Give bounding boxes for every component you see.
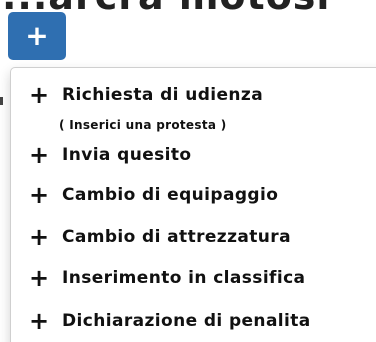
add-button[interactable]: + [8, 12, 66, 60]
menu-item-label: Dichiarazione di penalita [62, 311, 311, 331]
menu-item-inserimento-in-classifica[interactable]: + Inserimento in classifica [28, 263, 305, 293]
menu-item-cambio-di-attrezzatura[interactable]: + Cambio di attrezzatura [28, 222, 291, 252]
menu-item-label: Cambio di equipaggio [62, 185, 279, 205]
menu-item-label: Richiesta di udienza [62, 85, 264, 105]
menu-item-invia-quesito[interactable]: + Invia quesito [28, 140, 191, 170]
page: ...arcra motosr + + Richiesta di udienza… [0, 0, 376, 342]
plus-icon: + [28, 181, 50, 209]
menu-item-subnote: ( Inserici una protesta ) [59, 118, 227, 132]
menu-item-label: Invia quesito [62, 145, 192, 165]
plus-icon: + [28, 141, 50, 169]
menu-item-dichiarazione-di-penalita[interactable]: + Dichiarazione di penalita [28, 306, 311, 336]
menu-item-label: Inserimento in classifica [62, 268, 306, 288]
plus-icon: + [25, 19, 49, 52]
menu-item-richiesta-di-udienza[interactable]: + Richiesta di udienza [28, 80, 263, 110]
menu-item-cambio-di-equipaggio[interactable]: + Cambio di equipaggio [28, 180, 278, 210]
stray-mark [0, 97, 3, 105]
plus-icon: + [28, 81, 50, 109]
plus-icon: + [28, 307, 50, 335]
plus-icon: + [28, 264, 50, 292]
menu-item-label: Cambio di attrezzatura [62, 227, 291, 247]
plus-icon: + [28, 223, 50, 251]
